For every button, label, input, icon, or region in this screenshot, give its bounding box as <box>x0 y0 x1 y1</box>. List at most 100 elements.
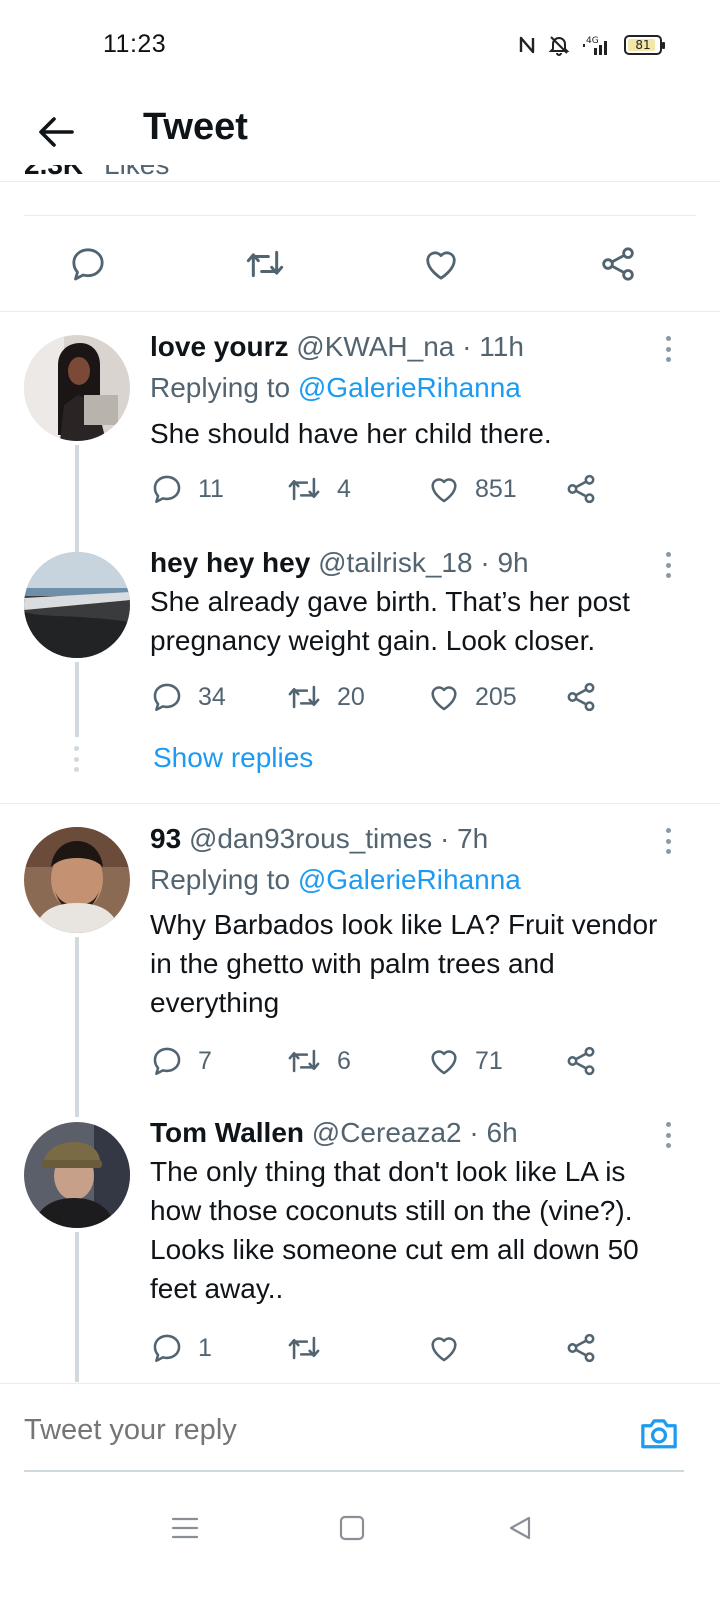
like-count: 71 <box>475 1046 503 1075</box>
retweet-button[interactable]: 20 <box>285 677 365 717</box>
mention-link[interactable]: @GalerieRihanna <box>298 372 521 403</box>
share-button[interactable] <box>564 1328 598 1368</box>
share-icon <box>567 682 595 712</box>
reply-count: 7 <box>198 1046 212 1075</box>
user-handle[interactable]: @dan93rous_times <box>189 823 432 854</box>
reply-header: 93 @dan93rous_times · 7h <box>150 823 488 855</box>
share-icon <box>567 1046 595 1076</box>
reply-tweet[interactable]: 93 @dan93rous_times · 7h Replying to @Ga… <box>0 804 720 1117</box>
reply-tweet[interactable]: love yourz @KWAH_na · 11h Replying to @G… <box>0 312 720 555</box>
retweet-icon <box>288 1049 320 1073</box>
like-button[interactable] <box>417 240 465 288</box>
replying-to: Replying to @GalerieRihanna <box>150 864 521 895</box>
more-options-button[interactable] <box>656 1120 680 1150</box>
timestamp: · 6h <box>469 1117 518 1148</box>
more-options-button[interactable] <box>656 334 680 364</box>
back-nav-button[interactable] <box>500 1508 540 1548</box>
camera-button[interactable] <box>637 1411 681 1455</box>
like-button[interactable]: 71 <box>427 1041 503 1081</box>
display-name[interactable]: love yourz <box>150 331 288 362</box>
like-icon <box>431 1337 457 1362</box>
avatar[interactable] <box>24 552 130 658</box>
tweet-text: Looks like someone cut em all down 50 <box>150 1234 639 1265</box>
timestamp: · 7h <box>439 823 489 854</box>
menu-button[interactable] <box>165 1508 205 1548</box>
like-button[interactable] <box>427 1328 475 1368</box>
retweet-button[interactable]: 4 <box>285 469 351 509</box>
user-handle[interactable]: @tailrisk_18 <box>318 547 472 578</box>
reply-count: 11 <box>198 474 224 503</box>
reply-action-bar: 7 6 71 <box>150 1041 620 1081</box>
user-handle[interactable]: @KWAH_na <box>296 331 454 362</box>
retweet-button[interactable] <box>241 240 289 288</box>
svg-text:4G: 4G <box>586 36 599 46</box>
avatar[interactable] <box>24 335 130 441</box>
tweet-action-bar <box>0 216 720 312</box>
timestamp: · 11h <box>462 331 524 362</box>
camera-icon <box>641 1419 677 1449</box>
thread-line <box>75 937 79 1117</box>
reply-button[interactable]: 11 <box>150 469 224 509</box>
thread-line <box>75 445 79 555</box>
user-handle[interactable]: @Cereaza2 <box>312 1117 462 1148</box>
reply-input[interactable] <box>24 1414 584 1447</box>
share-button[interactable] <box>564 677 598 717</box>
like-button[interactable]: 205 <box>427 677 517 717</box>
reply-tweet[interactable]: Tom Wallen @Cereaza2 · 6h The only thing… <box>0 1110 720 1382</box>
display-name[interactable]: 93 <box>150 823 181 854</box>
share-icon <box>567 1333 595 1363</box>
avatar[interactable] <box>24 1122 130 1228</box>
like-button[interactable]: 851 <box>427 469 517 509</box>
page-title: Tweet <box>143 106 248 148</box>
tweet-text: Why Barbados look like LA? Fruit vendor <box>150 909 658 940</box>
like-icon <box>431 686 457 711</box>
display-name[interactable]: Tom Wallen <box>150 1117 304 1148</box>
tweet-text: The only thing that don't look like LA i… <box>150 1156 626 1187</box>
status-time: 11:23 <box>103 30 167 58</box>
share-button[interactable] <box>564 1041 598 1081</box>
retweet-icon <box>288 685 320 709</box>
likes-count: 2.3K <box>24 165 83 181</box>
avatar[interactable] <box>24 827 130 933</box>
show-replies-link[interactable]: Show replies <box>153 742 313 774</box>
share-button[interactable] <box>594 240 642 288</box>
tweet-text: in the ghetto with palm trees and <box>150 948 555 979</box>
tweet-text: everything <box>150 987 280 1018</box>
share-icon <box>567 474 595 504</box>
reply-header: hey hey hey @tailrisk_18 · 9h <box>150 547 529 579</box>
reply-button[interactable]: 7 <box>150 1041 212 1081</box>
reply-button[interactable]: 1 <box>150 1328 212 1368</box>
like-count: 851 <box>475 474 517 503</box>
signal-icon: 4G <box>582 34 612 56</box>
more-options-button[interactable] <box>656 550 680 580</box>
timestamp: · 9h <box>480 547 529 578</box>
input-underline <box>24 1470 684 1472</box>
retweet-button[interactable] <box>285 1328 337 1368</box>
share-button[interactable] <box>564 469 598 509</box>
retweet-icon <box>288 1336 320 1360</box>
display-name[interactable]: hey hey hey <box>150 547 310 578</box>
battery-icon: 81 <box>624 35 665 55</box>
reply-tweet[interactable]: hey hey hey @tailrisk_18 · 9h She alread… <box>0 540 720 740</box>
reply-icon <box>153 1047 181 1076</box>
retweet-icon <box>246 250 284 278</box>
reply-icon <box>153 1334 181 1363</box>
reply-button[interactable] <box>64 240 112 288</box>
likes-stat[interactable]: 2.3K Likes <box>24 165 224 187</box>
mention-link[interactable]: @GalerieRihanna <box>298 864 521 895</box>
back-button[interactable] <box>34 110 78 154</box>
retweet-button[interactable]: 6 <box>285 1041 351 1081</box>
reply-composer <box>0 1383 720 1473</box>
reply-button[interactable]: 34 <box>150 677 226 717</box>
menu-icon <box>171 1517 199 1539</box>
home-square-icon <box>339 1515 365 1541</box>
status-bar: 11:23 4G 81 <box>0 0 720 90</box>
thread-line <box>75 1232 79 1382</box>
reply-action-bar: 11 4 851 <box>150 469 620 509</box>
retweet-count: 20 <box>337 682 365 711</box>
reply-icon <box>153 683 181 712</box>
more-options-button[interactable] <box>656 826 680 856</box>
retweet-count: 4 <box>337 474 351 503</box>
thread-continuation-dots <box>74 746 79 772</box>
home-button[interactable] <box>332 1508 372 1548</box>
